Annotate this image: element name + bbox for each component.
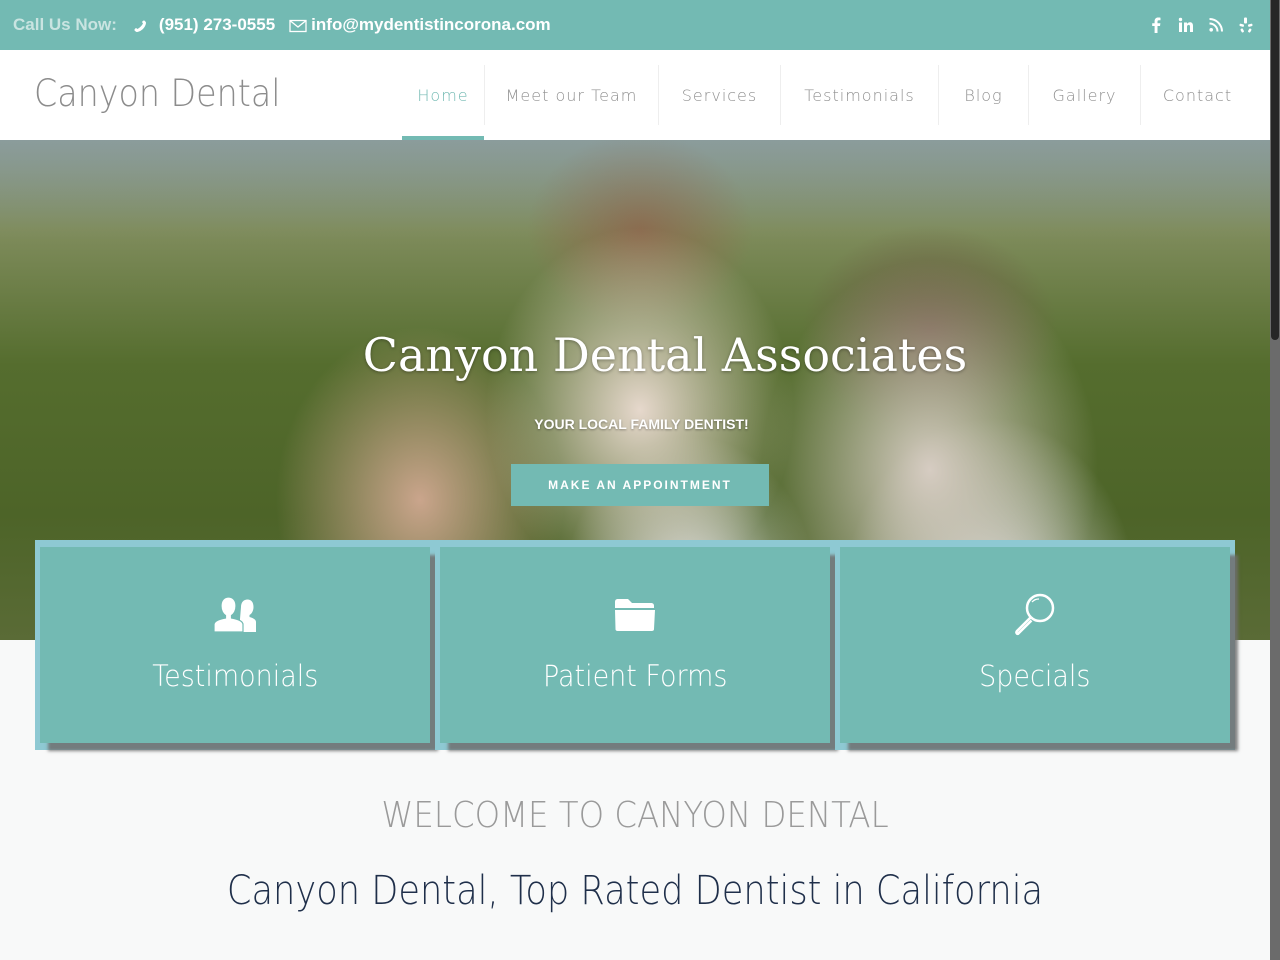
phone-icon: [133, 18, 147, 32]
social-links: [1148, 0, 1254, 50]
nav-blog[interactable]: Blog: [938, 65, 1028, 125]
mail-icon: [289, 18, 307, 33]
card-label: Testimonials: [151, 659, 319, 693]
nav-services[interactable]: Services: [658, 65, 780, 125]
facebook-icon[interactable]: [1148, 17, 1164, 33]
call-us-label: Call Us Now:: [13, 15, 117, 34]
hero-title: Canyon Dental Associates: [362, 328, 968, 382]
hero-subtitle: YOUR LOCAL FAMILY DENTIST!: [534, 416, 749, 432]
welcome-heading: WELCOME TO CANYON DENTAL: [381, 795, 889, 836]
top-contact-bar: Call Us Now: (951) 273-0555 info@mydenti…: [0, 0, 1270, 50]
nav-meet-our-team[interactable]: Meet our Team: [484, 65, 658, 125]
nav-contact[interactable]: Contact: [1140, 65, 1254, 125]
card-specials[interactable]: Specials: [835, 540, 1235, 750]
nav-gallery[interactable]: Gallery: [1028, 65, 1140, 125]
email-link[interactable]: info@mydentistincorona.com: [311, 15, 551, 35]
linkedin-icon[interactable]: [1178, 17, 1194, 33]
users-icon: [212, 591, 258, 637]
main-nav: Home Meet our Team Services Testimonials…: [402, 65, 1254, 140]
make-appointment-button[interactable]: MAKE AN APPOINTMENT: [511, 464, 769, 506]
rss-icon[interactable]: [1208, 17, 1224, 33]
phone-link[interactable]: (951) 273-0555: [159, 15, 275, 35]
scrollbar-thumb[interactable]: [1271, 0, 1279, 340]
magnifier-icon: [1012, 591, 1058, 637]
site-logo[interactable]: Canyon Dental: [34, 72, 280, 115]
folder-icon: [612, 591, 658, 637]
nav-home[interactable]: Home: [402, 65, 484, 140]
card-label: Specials: [979, 659, 1091, 693]
card-patient-forms[interactable]: Patient Forms: [435, 540, 835, 750]
page-scrollbar[interactable]: [1270, 0, 1280, 960]
card-testimonials[interactable]: Testimonials: [35, 540, 435, 750]
card-label: Patient Forms: [542, 659, 728, 693]
tagline-heading: Canyon Dental, Top Rated Dentist in Cali…: [226, 868, 1044, 914]
site-header: Canyon Dental Home Meet our Team Service…: [0, 50, 1270, 140]
feature-cards: Testimonials Patient Forms Specials: [35, 540, 1235, 750]
nav-testimonials[interactable]: Testimonials: [780, 65, 938, 125]
yelp-icon[interactable]: [1238, 17, 1254, 33]
